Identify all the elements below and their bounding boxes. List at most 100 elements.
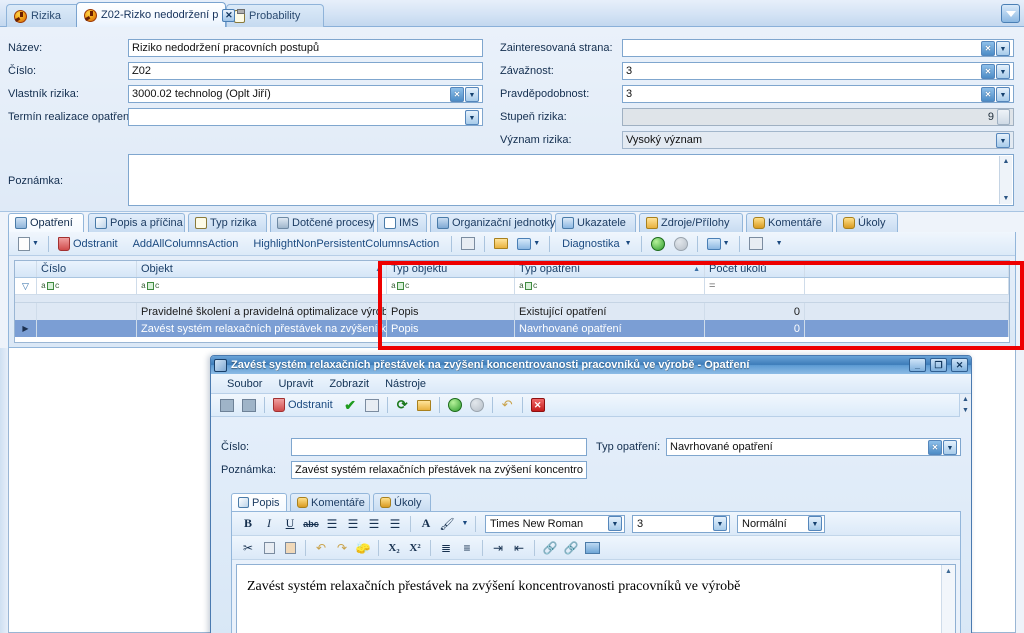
editor-scrollbar[interactable]: ▲ [941,565,955,633]
move-up-button[interactable] [648,234,668,253]
tab-organizacni-jednotky[interactable]: Organizační jednotky [430,213,555,232]
highlight-button[interactable]: 🖌 [437,514,457,534]
close-icon[interactable]: ✕ [222,8,236,22]
erase-format-button[interactable]: 🧽 [353,538,373,558]
grid-header-cislo[interactable]: Číslo [37,261,137,277]
tab-ims[interactable]: IMS [377,213,427,232]
duplicate-button[interactable] [362,396,382,415]
insert-image-button[interactable] [582,538,602,558]
dialog-typ-input[interactable]: Navrhované opatření [666,438,961,456]
diagnostics-button[interactable]: Diagnostika ▼ [556,234,634,253]
menu-upravit[interactable]: Upravit [270,378,321,390]
maximize-button[interactable]: ❐ [930,358,947,372]
panel-dropdown-button[interactable] [1001,4,1020,23]
cancel-button[interactable]: ✕ [528,396,548,415]
vlastnik-input[interactable]: 3000.02 technolog (Oplt Jiří) [128,85,483,103]
chevron-down-icon[interactable] [996,132,1010,148]
tab-opatreni[interactable]: Opatření [8,213,84,232]
paste-button[interactable] [280,538,300,558]
chevron-down-icon[interactable]: ▼ [531,240,540,247]
undo-button[interactable]: ↶ [311,538,331,558]
nazev-input[interactable]: Riziko nedodržení pracovních postupů [128,39,483,57]
tab-komentare[interactable]: Komentáře [746,213,833,232]
clear-icon[interactable] [981,86,995,102]
menu-zobrazit[interactable]: Zobrazit [321,378,377,390]
align-left-button[interactable]: ☰ [322,514,342,534]
filter-typ-objektu[interactable]: ac [387,278,515,294]
delete-button[interactable]: Odstranit [270,396,339,415]
clear-icon[interactable] [450,86,464,102]
table-row[interactable]: Pravidelné školení a pravidelná optimali… [15,303,1009,320]
undo-button[interactable]: ↶ [498,396,517,415]
scroll-down-icon[interactable]: ▼ [960,405,971,416]
search-button[interactable] [746,234,766,253]
filter-cislo[interactable]: ac [37,278,137,294]
delete-button[interactable]: Odstranit [55,234,124,253]
clear-icon[interactable] [928,439,942,455]
move-down-button[interactable] [671,234,691,253]
print-button[interactable] [458,234,478,253]
remove-link-button[interactable]: 🔗 [561,538,581,558]
zainteresovana-input[interactable] [622,39,1014,57]
filter-typ-opatreni[interactable]: ac [515,278,705,294]
tab-ukazatele[interactable]: Ukazatele [555,213,636,232]
strikethrough-button[interactable]: abc [301,514,321,534]
spinner-icon[interactable] [997,109,1010,125]
editor-tab-komentare[interactable]: Komentáře [290,493,370,511]
dialog-scrollbar[interactable]: ▲ ▼ [959,394,971,418]
export-button[interactable] [491,234,511,253]
minimize-button[interactable]: _ [909,358,926,372]
highlight-nonpersistent-columns-button[interactable]: HighlightNonPersistentColumnsAction [247,234,445,253]
grid-filter-row[interactable]: ▽ ac ac ac ac = [15,278,1009,295]
insert-link-button[interactable]: 🔗 [540,538,560,558]
clear-icon[interactable] [981,40,995,56]
new-record-button[interactable]: ▼ [15,234,42,253]
dialog-poznamka-input[interactable]: Zavést systém relaxačních přestávek na z… [291,461,587,479]
underline-button[interactable]: U [280,514,300,534]
align-justify-button[interactable]: ☰ [385,514,405,534]
tab-zdroje-prilohy[interactable]: Zdroje/Přílohy [639,213,743,232]
document-tab-rizika[interactable]: Rizika [6,4,80,27]
font-color-button[interactable]: A [416,514,436,534]
chevron-down-icon[interactable]: ▼ [721,240,730,247]
chevron-down-icon[interactable]: ▼ [774,240,783,247]
previous-record-button[interactable] [445,396,465,415]
chevron-down-icon[interactable] [465,86,479,102]
grid-header-pocet-ukolu[interactable]: Počet úkolů [705,261,805,277]
chevron-down-icon[interactable]: ▼ [30,240,39,247]
redo-button[interactable]: ↷ [332,538,352,558]
scroll-up-icon[interactable]: ▲ [942,565,955,577]
clear-icon[interactable] [981,63,995,79]
toolbar-overflow-button[interactable]: ▼ [769,234,788,253]
menu-soubor[interactable]: Soubor [219,378,270,390]
filter-objekt[interactable]: ac [137,278,387,294]
chevron-down-icon[interactable] [465,109,479,125]
termin-input[interactable] [128,108,483,126]
filter-pocet-ukolu[interactable]: = [705,278,805,294]
chevron-down-icon[interactable] [808,516,822,531]
poznamka-textarea[interactable]: ▲ ▼ [128,154,1014,206]
document-tab-probability[interactable]: Probability [226,4,324,27]
save-and-close-button[interactable] [239,396,259,415]
scrollbar[interactable]: ▲ ▼ [999,156,1012,204]
chevron-down-icon[interactable] [996,86,1010,102]
font-family-select[interactable]: Times New Roman [485,514,625,533]
copy-button[interactable] [259,538,279,558]
pravdepodobnost-input[interactable]: 3 [622,85,1014,103]
next-record-button[interactable] [467,396,487,415]
cut-button[interactable]: ✂ [238,538,258,558]
chevron-down-icon[interactable] [713,516,727,531]
measures-grid[interactable]: Číslo Objekt ▲ Typ objektu Typ opatření … [14,260,1010,343]
filter-funnel-icon[interactable]: ▽ [15,278,37,294]
open-button[interactable] [414,396,434,415]
close-button[interactable]: ✕ [951,358,968,372]
document-tab-z02[interactable]: Z02-Rizko nedodržení p ✕ [76,2,236,27]
vyznam-value-field[interactable]: Vysoký význam [622,131,1014,149]
chevron-down-icon[interactable] [996,40,1010,56]
zavaznost-input[interactable]: 3 [622,62,1014,80]
table-row[interactable]: ▶ Zavést systém relaxačních přestávek na… [15,320,1009,337]
ordered-list-button[interactable]: ≣ [436,538,456,558]
bold-button[interactable]: B [238,514,258,534]
tab-ukoly[interactable]: Úkoly [836,213,898,232]
tab-typ-rizika[interactable]: Typ rizika [188,213,267,232]
